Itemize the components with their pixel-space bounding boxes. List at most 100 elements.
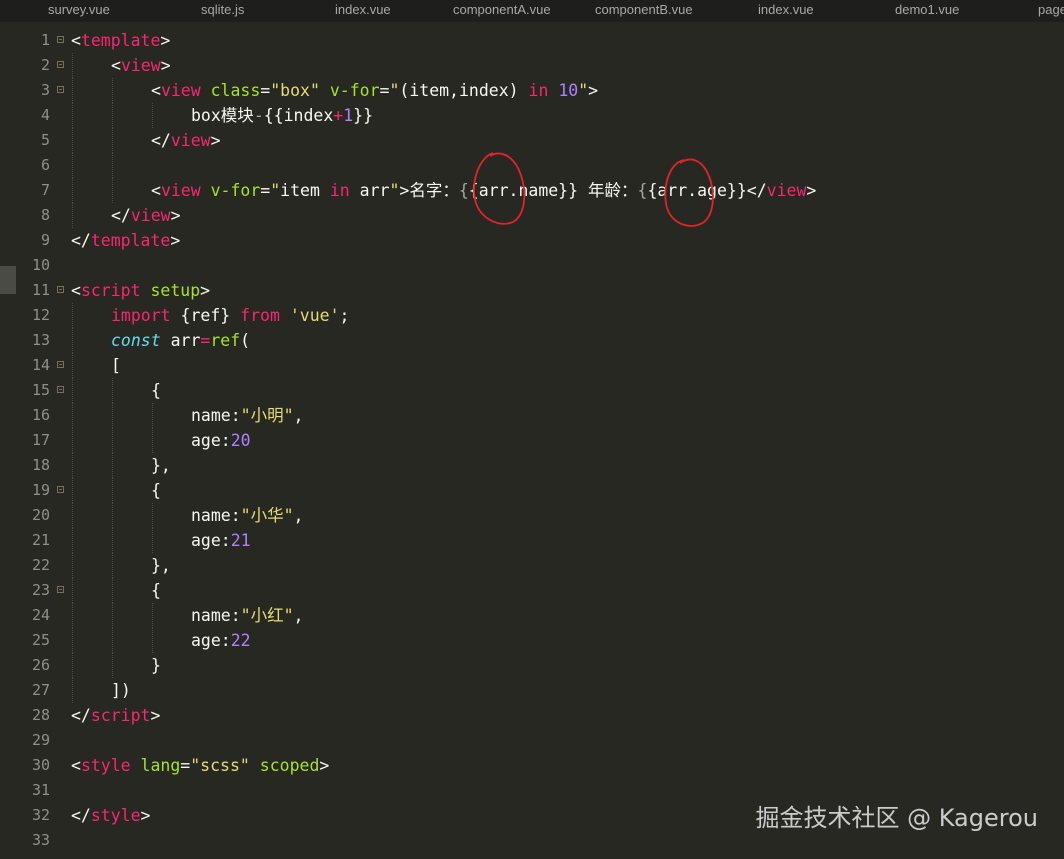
fold-toggle-icon[interactable]	[57, 86, 64, 93]
code-line[interactable]: 9 </template>	[0, 228, 1064, 253]
code-token: view	[160, 181, 201, 200]
fold-toggle-icon[interactable]	[57, 36, 64, 43]
code-token: -	[253, 106, 264, 125]
code-token: {arr.age}}</	[647, 181, 767, 200]
code-token: },	[151, 556, 171, 575]
code-token: {	[151, 481, 161, 500]
code-line[interactable]: 13 const arr=ref(	[0, 328, 1064, 353]
line-number: 7	[40, 181, 50, 199]
code-line[interactable]: 20 name:"小华",	[0, 503, 1064, 528]
code-token: {	[151, 381, 161, 400]
code-token: 20	[230, 431, 251, 450]
code-line[interactable]: 1 <template>	[0, 28, 1064, 53]
code-line[interactable]: 25 age:22	[0, 628, 1064, 653]
indent-guide	[72, 353, 73, 378]
code-token: <	[151, 181, 161, 200]
code-line[interactable]: 3 <view class="box" v-for="(item,index) i…	[0, 78, 1064, 103]
line-number: 13	[31, 331, 50, 349]
line-number: 19	[31, 481, 50, 499]
code-token: 1	[343, 106, 354, 125]
code-line[interactable]: 26}	[0, 653, 1064, 678]
fold-toggle-icon[interactable]	[57, 586, 64, 593]
code-token: [	[111, 356, 121, 375]
code-token: "小红"	[240, 606, 294, 625]
line-number: 18	[31, 456, 50, 474]
tab-demo1-vue[interactable]: demo1.vue	[895, 0, 959, 22]
tab-componentB-vue[interactable]: componentB.vue	[595, 0, 693, 22]
code-line[interactable]: 21 age:21	[0, 528, 1064, 553]
fold-toggle-icon[interactable]	[57, 486, 64, 493]
code-line[interactable]: 28 </script>	[0, 703, 1064, 728]
code-token: view	[160, 81, 201, 100]
code-text: const arr=ref(	[111, 328, 250, 353]
code-line[interactable]: 22},	[0, 553, 1064, 578]
code-line[interactable]: 16 name:"小明",	[0, 403, 1064, 428]
code-token: <	[71, 31, 81, 50]
code-line[interactable]: 19 {	[0, 478, 1064, 503]
fold-toggle-icon[interactable]	[57, 386, 64, 393]
line-number: 23	[31, 581, 50, 599]
fold-toggle-icon[interactable]	[57, 286, 64, 293]
line-number: 27	[31, 681, 50, 699]
code-token: =	[379, 81, 390, 100]
code-token: (item,index)	[399, 81, 529, 100]
tab-componentA-vue[interactable]: componentA.vue	[453, 0, 551, 22]
code-line[interactable]: 2 <view>	[0, 53, 1064, 78]
tab-sqlite-js[interactable]: sqlite.js	[201, 0, 244, 22]
tab-index-vue[interactable]: index.vue	[335, 0, 391, 22]
code-token: ref	[210, 331, 241, 350]
code-text: <template>	[71, 28, 170, 53]
code-text: },	[151, 553, 171, 578]
code-line[interactable]: 14 [	[0, 353, 1064, 378]
code-line[interactable]: 8 </view>	[0, 203, 1064, 228]
fold-toggle-icon[interactable]	[57, 61, 64, 68]
tab-page[interactable]: page	[1038, 0, 1064, 22]
code-line[interactable]: 30 <style lang="scss" scoped>	[0, 753, 1064, 778]
code-line[interactable]: 17 age:20	[0, 428, 1064, 453]
indent-guide	[72, 478, 73, 503]
code-line[interactable]: 10	[0, 253, 1064, 278]
code-token: <	[71, 281, 81, 300]
code-text: <view v-for="item in arr">名字：{{arr.name}…	[151, 178, 816, 203]
code-token: arr	[349, 181, 390, 200]
code-line[interactable]: 4 box模块-{{index+1}}	[0, 103, 1064, 128]
code-line[interactable]: 15 {	[0, 378, 1064, 403]
code-line[interactable]: 5 </view>	[0, 128, 1064, 153]
code-text: box模块-{{index+1}}	[191, 103, 373, 128]
code-line[interactable]: 27])	[0, 678, 1064, 703]
indent-guide	[72, 303, 73, 328]
indent-guide	[72, 628, 73, 653]
line-number: 4	[40, 106, 50, 124]
indent-guide	[112, 403, 113, 428]
code-line[interactable]: 23 {	[0, 578, 1064, 603]
code-token: </	[151, 131, 171, 150]
line-number: 21	[31, 531, 50, 549]
indent-guide	[72, 653, 73, 678]
indent-guide	[72, 403, 73, 428]
line-number: 11	[31, 281, 50, 299]
tab-survey-vue[interactable]: survey.vue	[48, 0, 110, 22]
line-number: 8	[40, 206, 50, 224]
code-line[interactable]: 11 <script setup>	[0, 278, 1064, 303]
code-token: "box"	[270, 81, 320, 100]
code-line[interactable]: 7 <view v-for="item in arr">名字：{{arr.name…	[0, 178, 1064, 203]
code-token: }}	[353, 106, 374, 125]
code-line[interactable]: 12 import {ref} from 'vue';	[0, 303, 1064, 328]
code-token: {	[151, 581, 161, 600]
code-token: {	[637, 181, 648, 200]
indent-guide	[152, 603, 153, 628]
code-line[interactable]: 6	[0, 153, 1064, 178]
fold-toggle-icon[interactable]	[57, 361, 64, 368]
code-token: item	[280, 181, 330, 200]
code-line[interactable]: 18},	[0, 453, 1064, 478]
tab-index-vue-2[interactable]: index.vue	[758, 0, 814, 22]
code-text: name:"小明",	[191, 403, 303, 428]
code-editor[interactable]: 1 <template> 2 <view> 3 <view class="box" v-f…	[0, 28, 1064, 853]
code-line[interactable]: 29	[0, 728, 1064, 753]
code-line[interactable]: 24 name:"小红",	[0, 603, 1064, 628]
code-token: >	[140, 806, 151, 825]
indent-guide	[72, 103, 73, 128]
code-token: }	[151, 656, 161, 675]
